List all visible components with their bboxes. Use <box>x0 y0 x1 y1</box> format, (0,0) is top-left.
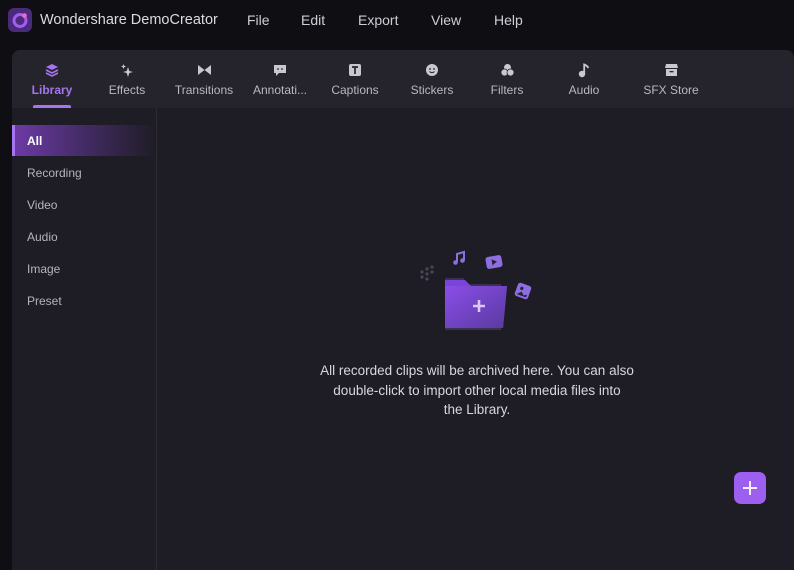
tab-bar: Library Effects Transitions Annotati... <box>12 50 794 108</box>
tab-label: Filters <box>490 83 524 97</box>
tab-label: Captions <box>331 83 379 97</box>
sidebar-item-video[interactable]: Video <box>12 189 156 220</box>
text-t-icon <box>347 62 363 78</box>
tab-label: SFX Store <box>643 83 699 97</box>
menu-edit[interactable]: Edit <box>301 12 325 28</box>
sidebar-item-label: All <box>27 133 43 148</box>
empty-state-message: All recorded clips will be archived here… <box>307 361 647 420</box>
sidebar-item-recording[interactable]: Recording <box>12 157 156 188</box>
tab-label: Effects <box>108 83 146 97</box>
tab-transitions[interactable]: Transitions <box>174 50 234 108</box>
tab-sfx-store[interactable]: SFX Store <box>642 50 700 108</box>
tab-label: Transitions <box>174 83 234 97</box>
store-icon <box>663 62 679 78</box>
image-badge-icon <box>514 282 532 300</box>
menu-help[interactable]: Help <box>494 12 523 28</box>
sidebar-item-all[interactable]: All <box>12 125 156 156</box>
speech-bubble-icon <box>272 62 288 78</box>
menu-export[interactable]: Export <box>358 12 398 28</box>
tab-label: Library <box>31 83 73 97</box>
sidebar-item-label: Audio <box>27 229 58 244</box>
circles-icon <box>499 62 515 78</box>
music-note-badge-icon <box>453 250 465 265</box>
tab-label: Stickers <box>410 83 454 97</box>
empty-message-line: double-click to import other local media… <box>333 382 621 398</box>
tab-captions[interactable]: Captions <box>330 50 380 108</box>
media-area[interactable]: All recorded clips will be archived here… <box>157 108 794 570</box>
dots-decoration-icon <box>420 265 434 281</box>
tab-label: Audio <box>568 83 600 97</box>
title-bar: Wondershare DemoCreator File Edit Export… <box>0 0 794 44</box>
music-note-icon <box>576 62 592 78</box>
sidebar-item-label: Image <box>27 261 61 276</box>
plus-icon <box>743 481 757 495</box>
sidebar-item-image[interactable]: Image <box>12 253 156 284</box>
smiley-icon <box>424 62 440 78</box>
tab-filters[interactable]: Filters <box>487 50 527 108</box>
tab-library[interactable]: Library <box>26 50 78 108</box>
layers-icon <box>44 62 60 78</box>
empty-message-line: the Library. <box>443 402 511 417</box>
add-media-button[interactable] <box>734 472 766 504</box>
sparkle-icon <box>119 62 135 78</box>
menu-view[interactable]: View <box>431 12 461 28</box>
sidebar-item-label: Recording <box>27 165 82 180</box>
sidebar-item-label: Video <box>27 197 58 212</box>
library-panel: Library Effects Transitions Annotati... <box>12 50 794 570</box>
app-title: Wondershare DemoCreator <box>40 12 218 28</box>
tab-stickers[interactable]: Stickers <box>407 50 457 108</box>
library-sidebar: All Recording Video Audio Image Preset <box>12 108 157 570</box>
menu-file[interactable]: File <box>247 12 270 28</box>
sidebar-item-label: Preset <box>27 293 62 308</box>
video-badge-icon <box>485 255 503 269</box>
tab-annotations[interactable]: Annotati... <box>250 50 310 108</box>
bowtie-icon <box>196 62 212 78</box>
sidebar-item-audio[interactable]: Audio <box>12 221 156 252</box>
app-logo-icon <box>8 8 32 32</box>
empty-message-line: All recorded clips will be archived here… <box>320 363 634 378</box>
import-media-illustration[interactable] <box>417 248 537 338</box>
tab-label: Annotati... <box>252 83 308 97</box>
sidebar-item-preset[interactable]: Preset <box>12 285 156 316</box>
tab-effects[interactable]: Effects <box>102 50 152 108</box>
tab-audio[interactable]: Audio <box>564 50 604 108</box>
